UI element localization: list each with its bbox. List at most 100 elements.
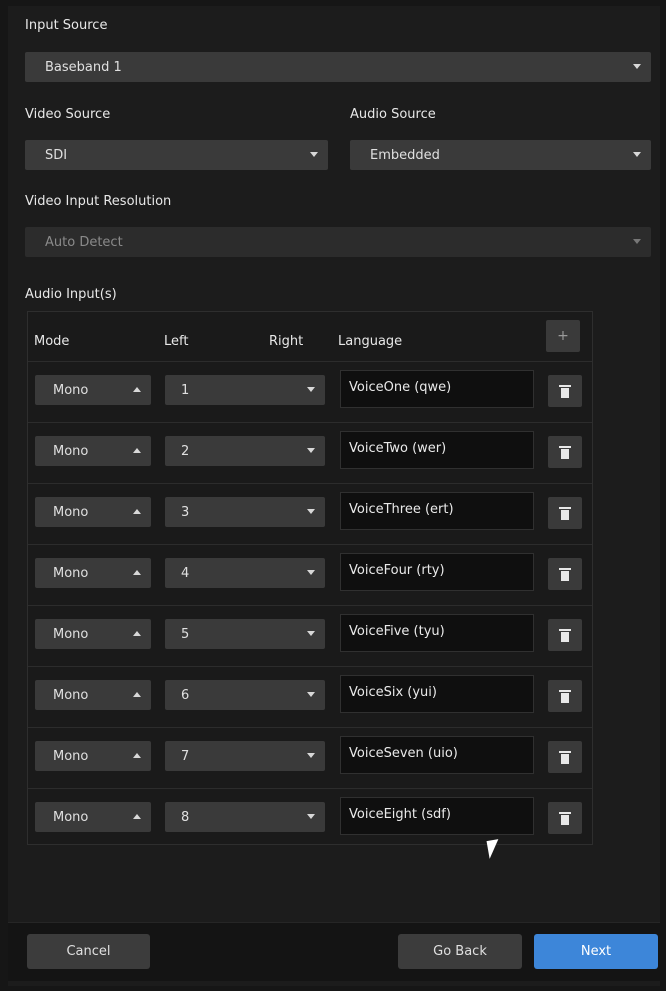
audio-inputs-label: Audio Input(s) — [25, 287, 117, 302]
mode-value: Mono — [53, 626, 89, 642]
mode-select[interactable]: Mono — [35, 375, 151, 405]
mode-value: Mono — [53, 809, 89, 825]
column-header-mode: Mode — [34, 334, 70, 349]
left-channel-value: 6 — [181, 687, 190, 703]
trash-icon — [559, 384, 571, 398]
mode-value: Mono — [53, 504, 89, 520]
caret-down-icon — [307, 448, 315, 453]
language-input[interactable]: VoiceSix (yui) — [340, 675, 534, 713]
left-channel-select[interactable]: 8 — [165, 802, 325, 832]
audio-input-row: Mono 8 VoiceEight (sdf) — [28, 788, 592, 850]
video-source-value: SDI — [45, 147, 68, 163]
left-channel-value: 3 — [181, 504, 190, 520]
caret-down-icon — [307, 570, 315, 575]
caret-down-icon — [307, 387, 315, 392]
caret-up-icon — [133, 387, 141, 392]
audio-input-row: Mono 2 VoiceTwo (wer) — [28, 422, 592, 484]
left-channel-select[interactable]: 4 — [165, 558, 325, 588]
video-resolution-value: Auto Detect — [45, 234, 123, 250]
mode-select[interactable]: Mono — [35, 558, 151, 588]
audio-input-row: Mono 6 VoiceSix (yui) — [28, 666, 592, 728]
input-source-value: Baseband 1 — [45, 59, 122, 75]
left-channel-value: 4 — [181, 565, 190, 581]
audio-source-label: Audio Source — [350, 107, 436, 122]
delete-row-button[interactable] — [548, 802, 582, 834]
left-channel-select[interactable]: 7 — [165, 741, 325, 771]
video-source-select[interactable]: SDI — [25, 140, 328, 170]
column-header-left: Left — [164, 334, 189, 349]
audio-source-select[interactable]: Embedded — [350, 140, 651, 170]
caret-down-icon — [633, 239, 641, 244]
go-back-button[interactable]: Go Back — [398, 934, 522, 969]
language-input[interactable]: VoiceFour (rty) — [340, 553, 534, 591]
left-channel-select[interactable]: 6 — [165, 680, 325, 710]
language-input[interactable]: VoiceOne (qwe) — [340, 370, 534, 408]
language-input[interactable]: VoiceFive (tyu) — [340, 614, 534, 652]
mode-value: Mono — [53, 687, 89, 703]
caret-down-icon — [307, 753, 315, 758]
caret-down-icon — [307, 814, 315, 819]
mode-value: Mono — [53, 565, 89, 581]
audio-input-row: Mono 5 VoiceFive (tyu) — [28, 605, 592, 667]
left-channel-value: 5 — [181, 626, 190, 642]
delete-row-button[interactable] — [548, 497, 582, 529]
video-resolution-label: Video Input Resolution — [25, 194, 172, 209]
caret-down-icon — [307, 509, 315, 514]
caret-up-icon — [133, 753, 141, 758]
caret-up-icon — [133, 448, 141, 453]
mode-value: Mono — [53, 748, 89, 764]
plus-icon: + — [557, 328, 569, 344]
delete-row-button[interactable] — [548, 558, 582, 590]
mode-select[interactable]: Mono — [35, 680, 151, 710]
caret-up-icon — [133, 631, 141, 636]
next-button[interactable]: Next — [534, 934, 658, 969]
trash-icon — [559, 750, 571, 764]
delete-row-button[interactable] — [548, 680, 582, 712]
language-input[interactable]: VoiceTwo (wer) — [340, 431, 534, 469]
left-channel-select[interactable]: 1 — [165, 375, 325, 405]
delete-row-button[interactable] — [548, 375, 582, 407]
add-audio-input-button[interactable]: + — [546, 320, 580, 352]
wizard-footer: Cancel Go Back Next — [8, 922, 660, 981]
mode-value: Mono — [53, 382, 89, 398]
input-source-label: Input Source — [25, 18, 108, 33]
trash-icon — [559, 506, 571, 520]
caret-down-icon — [633, 64, 641, 69]
trash-icon — [559, 689, 571, 703]
left-channel-value: 7 — [181, 748, 190, 764]
delete-row-button[interactable] — [548, 436, 582, 468]
left-channel-select[interactable]: 2 — [165, 436, 325, 466]
caret-down-icon — [310, 152, 318, 157]
mode-value: Mono — [53, 443, 89, 459]
caret-up-icon — [133, 814, 141, 819]
language-input[interactable]: VoiceSeven (uio) — [340, 736, 534, 774]
audio-input-row: Mono 1 VoiceOne (qwe) — [28, 361, 592, 423]
audio-input-row: Mono 3 VoiceThree (ert) — [28, 483, 592, 545]
audio-input-row: Mono 4 VoiceFour (rty) — [28, 544, 592, 606]
trash-icon — [559, 628, 571, 642]
audio-input-row: Mono 7 VoiceSeven (uio) — [28, 727, 592, 789]
caret-down-icon — [633, 152, 641, 157]
left-channel-value: 8 — [181, 809, 190, 825]
mode-select[interactable]: Mono — [35, 619, 151, 649]
cancel-button[interactable]: Cancel — [27, 934, 150, 969]
delete-row-button[interactable] — [548, 619, 582, 651]
left-channel-value: 2 — [181, 443, 190, 459]
column-header-language: Language — [338, 334, 403, 349]
caret-up-icon — [133, 509, 141, 514]
left-channel-value: 1 — [181, 382, 190, 398]
mode-select[interactable]: Mono — [35, 497, 151, 527]
left-channel-select[interactable]: 3 — [165, 497, 325, 527]
input-source-select[interactable]: Baseband 1 — [25, 52, 651, 82]
delete-row-button[interactable] — [548, 741, 582, 773]
language-input[interactable]: VoiceThree (ert) — [340, 492, 534, 530]
mode-select[interactable]: Mono — [35, 741, 151, 771]
caret-down-icon — [307, 692, 315, 697]
mode-select[interactable]: Mono — [35, 436, 151, 466]
caret-up-icon — [133, 570, 141, 575]
caret-up-icon — [133, 692, 141, 697]
mode-select[interactable]: Mono — [35, 802, 151, 832]
trash-icon — [559, 567, 571, 581]
left-channel-select[interactable]: 5 — [165, 619, 325, 649]
language-input[interactable]: VoiceEight (sdf) — [340, 797, 534, 835]
